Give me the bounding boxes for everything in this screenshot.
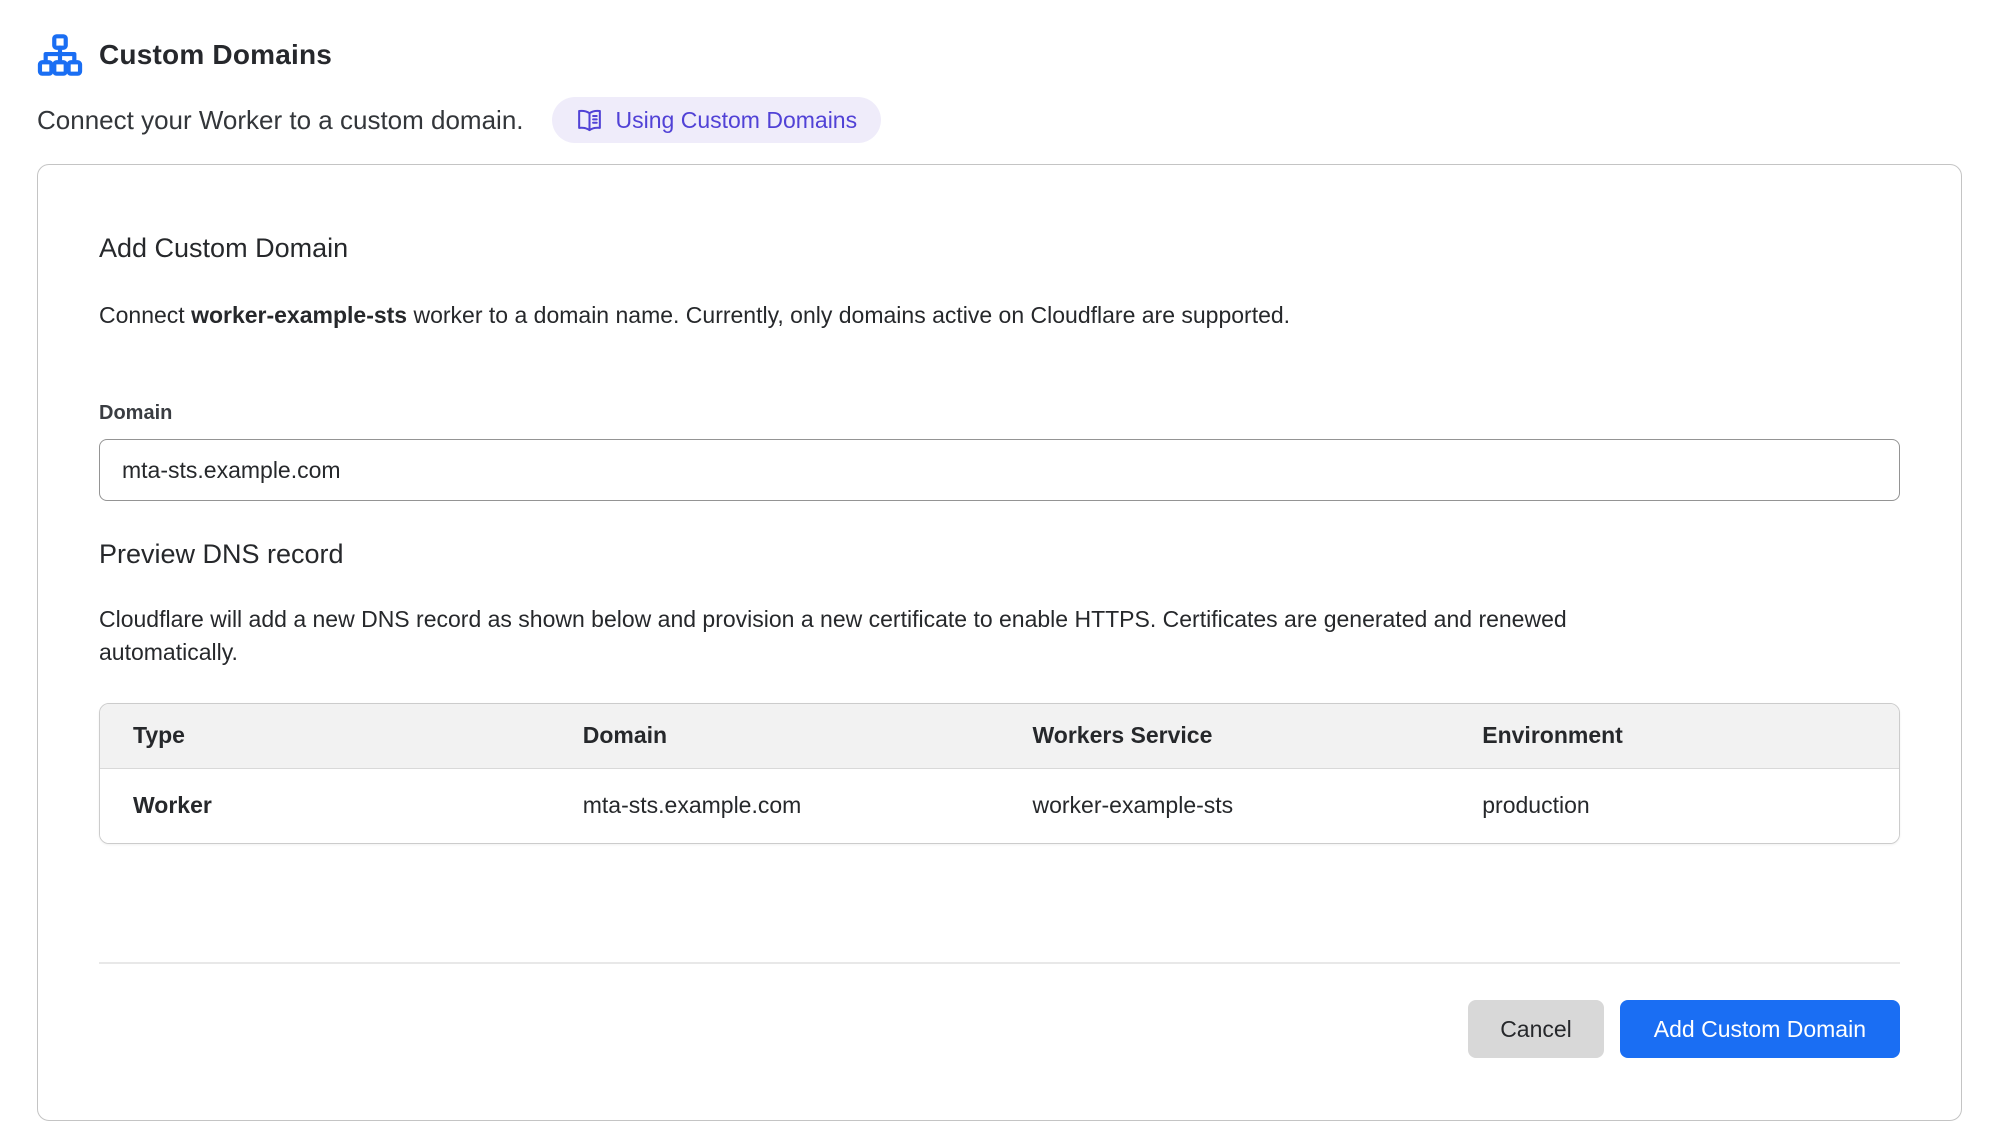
domain-input[interactable] [99,439,1900,501]
column-header-environment: Environment [1449,704,1899,768]
cancel-button[interactable]: Cancel [1468,1000,1604,1058]
intro-suffix: worker to a domain name. Currently, only… [407,302,1290,328]
page-header: Custom Domains [37,32,1962,78]
table-header-row: Type Domain Workers Service Environment [100,704,1899,768]
cell-workers-service: worker-example-sts [1000,768,1450,843]
preview-dns-description: Cloudflare will add a new DNS record as … [99,603,1629,669]
dns-preview-table: Type Domain Workers Service Environment … [99,703,1900,844]
add-custom-domain-button[interactable]: Add Custom Domain [1620,1000,1900,1058]
column-header-type: Type [100,704,550,768]
column-header-workers-service: Workers Service [1000,704,1450,768]
page-title: Custom Domains [99,39,332,71]
worker-name: worker-example-sts [191,302,407,328]
cell-environment: production [1449,768,1899,843]
sitemap-icon [37,34,83,76]
page-subtitle: Connect your Worker to a custom domain. [37,105,524,136]
preview-dns-heading: Preview DNS record [99,537,1900,571]
footer-divider [99,962,1900,964]
cell-domain: mta-sts.example.com [550,768,1000,843]
page-subtitle-row: Connect your Worker to a custom domain. … [37,96,1962,144]
intro-prefix: Connect [99,302,191,328]
domain-label: Domain [99,401,1900,425]
cell-type: Worker [100,768,550,843]
column-header-domain: Domain [550,704,1000,768]
add-custom-domain-card: Add Custom Domain Connect worker-example… [37,164,1962,1121]
intro-text: Connect worker-example-sts worker to a d… [99,299,1900,331]
action-buttons: Cancel Add Custom Domain [99,1000,1900,1058]
add-custom-domain-heading: Add Custom Domain [99,231,1900,265]
docs-link-badge[interactable]: Using Custom Domains [552,97,882,143]
docs-link-label: Using Custom Domains [616,107,858,134]
custom-domains-page: Custom Domains Connect your Worker to a … [0,0,1999,1121]
open-book-icon [576,107,603,134]
table-row: Worker mta-sts.example.com worker-exampl… [100,768,1899,843]
